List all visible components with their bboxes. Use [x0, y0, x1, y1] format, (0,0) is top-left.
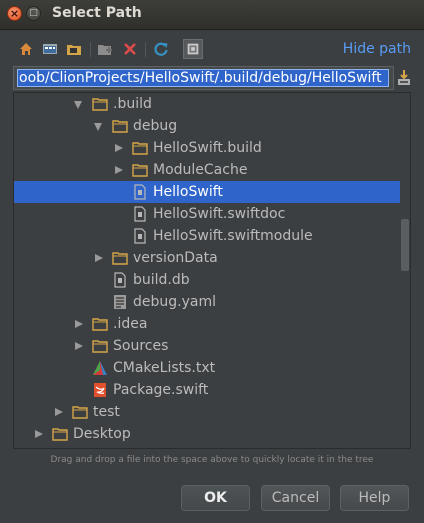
cmake-icon — [92, 360, 108, 376]
tree-item[interactable]: debug — [14, 115, 400, 137]
folder-icon — [92, 96, 108, 112]
tree-item-label: HelloSwift — [153, 184, 223, 200]
tree-item[interactable]: HelloSwift.swiftmodule — [14, 225, 400, 247]
chevron-right-icon[interactable] — [75, 320, 83, 328]
tree-item-label: Sources — [113, 338, 169, 354]
folder-icon — [52, 426, 68, 442]
tree-item-label: debug — [133, 118, 178, 134]
chevron-right-icon[interactable] — [35, 430, 43, 438]
folder-icon — [112, 118, 128, 134]
chevron-down-icon[interactable] — [74, 101, 82, 109]
tree-item[interactable]: ModuleCache — [14, 159, 400, 181]
file-icon — [132, 184, 148, 200]
project-icon[interactable] — [65, 40, 83, 58]
yaml-file-icon — [112, 294, 128, 310]
chevron-down-icon[interactable] — [94, 123, 102, 131]
folder-icon — [72, 404, 88, 420]
tree-item[interactable]: build.db — [14, 269, 400, 291]
chevron-right-icon[interactable] — [95, 254, 103, 262]
drag-drop-hint: Drag and drop a file into the space abov… — [50, 455, 374, 465]
tree-item-label: Desktop — [73, 426, 131, 442]
chevron-right-icon[interactable] — [115, 166, 123, 174]
tree-item[interactable]: versionData — [14, 247, 400, 269]
close-icon: × — [9, 7, 20, 20]
delete-icon[interactable] — [121, 40, 139, 58]
tree-item-label: ModuleCache — [153, 162, 248, 178]
tree-item-label: CMakeLists.txt — [113, 360, 216, 376]
chevron-right-icon[interactable] — [75, 342, 83, 350]
path-input-selected-text: oob/ClionProjects/HelloSwift/.build/debu… — [17, 69, 389, 87]
new-folder-icon[interactable] — [96, 40, 114, 58]
home-icon[interactable] — [17, 40, 35, 58]
show-hidden-icon[interactable] — [183, 39, 203, 59]
file-icon — [132, 206, 148, 222]
tree-item-label: HelloSwift.swiftmodule — [153, 228, 313, 244]
tree-item[interactable]: Sources — [14, 335, 400, 357]
tree-item-label: Package.swift — [113, 382, 209, 398]
tree-item-label: HelloSwift.build — [153, 140, 262, 156]
chevron-right-icon[interactable] — [115, 144, 123, 152]
folder-icon — [92, 338, 108, 354]
folder-icon — [112, 250, 128, 266]
folder-icon — [92, 316, 108, 332]
folder-icon — [132, 162, 148, 178]
tree-item[interactable]: .build — [14, 93, 400, 115]
tree-item[interactable]: HelloSwift.build — [14, 137, 400, 159]
minimize-icon: □ — [29, 8, 38, 18]
cancel-button[interactable]: Cancel — [261, 485, 330, 511]
tree-item-label: build.db — [133, 272, 190, 288]
refresh-icon[interactable] — [152, 40, 170, 58]
tree-item-label: test — [93, 404, 120, 420]
tree-item[interactable]: Desktop — [14, 423, 400, 445]
file-icon — [132, 228, 148, 244]
toolbar: Hide path — [0, 38, 424, 62]
tree-item[interactable]: Package.swift — [14, 379, 400, 401]
desktop-icon[interactable] — [41, 40, 59, 58]
tree-item-label: .build — [113, 96, 152, 112]
tree-item[interactable]: CMakeLists.txt — [14, 357, 400, 379]
help-button[interactable]: Help — [340, 485, 409, 511]
tree-item[interactable]: HelloSwift — [14, 181, 400, 203]
toolbar-separator — [90, 42, 91, 57]
tree-item[interactable]: test — [14, 401, 400, 423]
title-bar: × □ Select Path — [0, 0, 424, 30]
window-title: Select Path — [52, 5, 142, 21]
chevron-right-icon[interactable] — [55, 408, 63, 416]
tree-item-label: debug.yaml — [133, 294, 216, 310]
tree-item[interactable]: debug.yaml — [14, 291, 400, 313]
tree-item-label: HelloSwift.swiftdoc — [153, 206, 286, 222]
file-tree[interactable]: .build debug HelloSwift.build ModuleCache He… — [13, 92, 411, 449]
file-icon — [112, 272, 128, 288]
download-icon[interactable] — [397, 69, 411, 86]
toolbar-separator — [145, 42, 146, 57]
close-window-button[interactable]: × — [7, 6, 22, 21]
minimize-window-button[interactable]: □ — [26, 6, 41, 21]
tree-item-label: versionData — [133, 250, 218, 266]
tree-scrollbar[interactable] — [401, 219, 409, 271]
folder-icon — [132, 140, 148, 156]
tree-item[interactable]: .idea — [14, 313, 400, 335]
tree-item[interactable]: HelloSwift.swiftdoc — [14, 203, 400, 225]
ok-button[interactable]: OK — [181, 485, 250, 511]
tree-item-label: .idea — [113, 316, 148, 332]
path-input[interactable]: oob/ClionProjects/HelloSwift/.build/debu… — [13, 66, 394, 90]
hide-path-link[interactable]: Hide path — [343, 41, 411, 57]
swift-file-icon — [92, 382, 108, 398]
